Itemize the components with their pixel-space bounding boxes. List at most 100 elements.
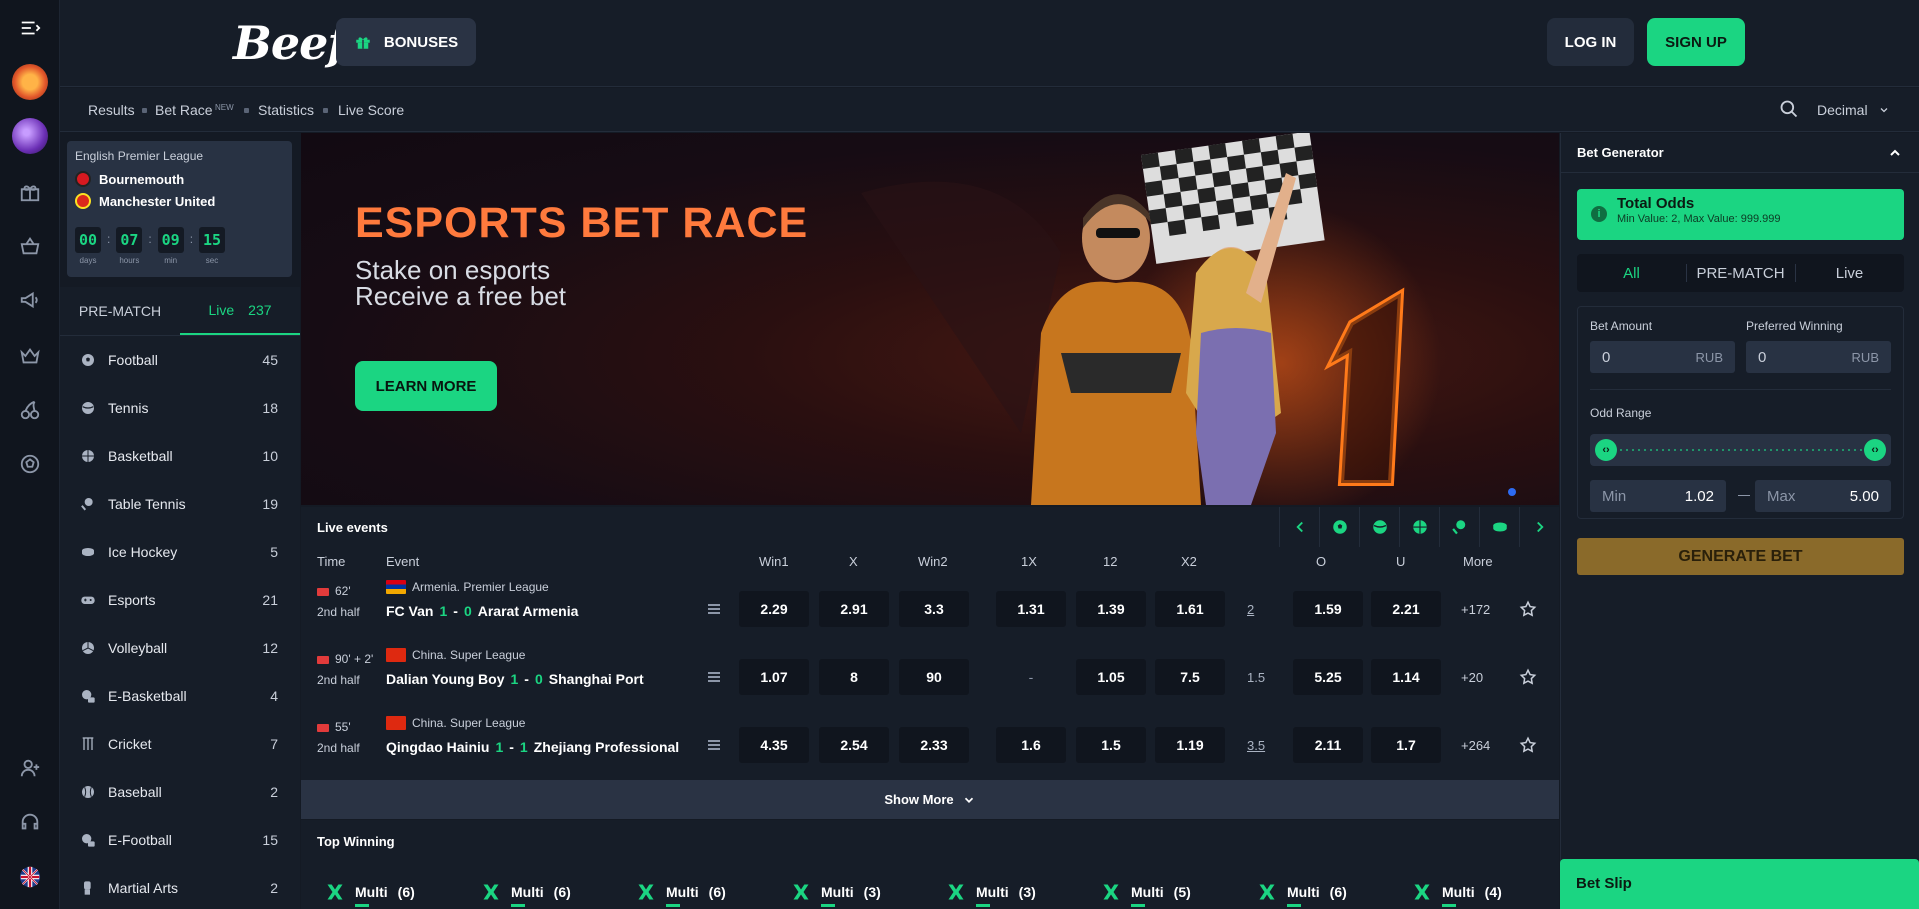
learn-more-button[interactable]: LEARN MORE [355,361,497,411]
odd-under[interactable]: 2.21 [1371,591,1441,627]
odd-x2[interactable]: 1.19 [1155,727,1225,763]
tab-live[interactable]: Live 237 [180,287,300,335]
odd-win2[interactable]: 90 [899,659,969,695]
statistics-icon[interactable] [708,740,720,750]
slider-min-handle[interactable]: ‹› [1595,439,1617,461]
top-winning-item[interactable]: Multi (4) [1412,882,1502,907]
bet-slip-button[interactable]: Bet Slip [1560,859,1919,909]
filter-basketball-icon[interactable] [1399,507,1439,547]
top-winning-item[interactable]: Multi (5) [1101,882,1191,907]
odd-12[interactable]: 1.5 [1076,727,1146,763]
sport-item[interactable]: Basketball 10 [60,432,300,480]
sport-item[interactable]: Baseball 2 [60,768,300,816]
carousel-dot[interactable] [1508,488,1516,496]
tab-prematch[interactable]: PRE-MATCH [1686,254,1795,292]
total-line[interactable]: 3.5 [1247,738,1265,753]
sport-item[interactable]: E-Football 15 [60,816,300,864]
live-event-row[interactable]: 62' 2nd half Armenia. Premier League FC … [301,575,1559,643]
odds-format-select[interactable]: Decimal [1817,102,1890,118]
search-icon[interactable] [1779,99,1799,119]
odd-win1[interactable]: 4.35 [739,727,809,763]
sport-item[interactable]: Table Tennis 19 [60,480,300,528]
bonuses-button[interactable]: BONUSES [336,18,476,66]
event-teams[interactable]: Qingdao Hainiu 1-1 Zhejiang Professional [386,739,679,755]
sport-item[interactable]: E-Basketball 4 [60,672,300,720]
odd-over[interactable]: 1.59 [1293,591,1363,627]
shop-basket-icon[interactable] [0,226,60,266]
sport-item[interactable]: Volleyball 12 [60,624,300,672]
live-event-row[interactable]: 90' + 2' 2nd half China. Super League Da… [301,643,1559,711]
promo-banner[interactable]: ESPORTS BET RACE Stake on esports Receiv… [301,133,1559,505]
filter-table-tennis-icon[interactable] [1439,507,1479,547]
sport-item[interactable]: Martial Arts 2 [60,864,300,909]
event-teams[interactable]: Dalian Young Boy 1-0 Shanghai Port [386,671,644,687]
odd-x2[interactable]: 1.61 [1155,591,1225,627]
nav-link-live-score[interactable]: Live Score [338,102,404,118]
menu-toggle-icon[interactable] [0,8,60,48]
filter-tennis-icon[interactable] [1359,507,1399,547]
odd-1x[interactable]: 1.31 [996,591,1066,627]
odd-under[interactable]: 1.7 [1371,727,1441,763]
odd-draw[interactable]: 2.54 [819,727,889,763]
sport-item[interactable]: Esports 21 [60,576,300,624]
favorite-star-icon[interactable] [1519,736,1537,754]
event-teams[interactable]: FC Van 1-0 Ararat Armenia [386,603,578,619]
lottery-ball-icon[interactable] [0,116,60,156]
odd-under[interactable]: 1.14 [1371,659,1441,695]
more-markets-link[interactable]: +264 [1461,738,1490,753]
tab-all[interactable]: All [1577,254,1686,292]
signup-button[interactable]: SIGN UP [1647,18,1745,66]
top-winning-item[interactable]: Multi (6) [481,882,571,907]
tab-prematch[interactable]: PRE-MATCH [60,287,180,335]
more-markets-link[interactable]: +172 [1461,602,1490,617]
bet-amount-input[interactable]: 0 RUB [1590,341,1735,373]
chevron-up-icon[interactable] [1887,145,1903,161]
upcoming-match-card[interactable]: English Premier League Bournemouth Manch… [67,141,292,277]
nav-link-results[interactable]: Results [88,102,135,118]
uk-flag-icon[interactable] [0,857,60,897]
brand-logo[interactable]: Beef [233,16,347,70]
odd-win2[interactable]: 2.33 [899,727,969,763]
chevron-right-icon[interactable] [1519,507,1559,547]
tab-live[interactable]: Live [1795,254,1904,292]
gift-icon[interactable] [0,172,60,212]
odd-x2[interactable]: 7.5 [1155,659,1225,695]
add-user-icon[interactable] [0,748,60,788]
filter-football-icon[interactable] [1319,507,1359,547]
odd-1x[interactable]: 1.6 [996,727,1066,763]
sport-item[interactable]: Cricket 7 [60,720,300,768]
more-markets-link[interactable]: +20 [1461,670,1483,685]
min-odd-input[interactable]: Min 1.02 [1590,480,1726,512]
top-winning-item[interactable]: Multi (3) [791,882,881,907]
cherries-icon[interactable] [0,390,60,430]
sport-item[interactable]: Ice Hockey 5 [60,528,300,576]
megaphone-icon[interactable] [0,280,60,320]
total-line[interactable]: 1.5 [1247,670,1265,685]
top-winning-item[interactable]: Multi (6) [325,882,415,907]
odd-1x[interactable]: - [996,659,1066,695]
live-event-row[interactable]: 55' 2nd half China. Super League Qingdao… [301,711,1559,779]
preferred-winning-input[interactable]: 0 RUB [1746,341,1891,373]
sport-item[interactable]: Tennis 18 [60,384,300,432]
favorite-star-icon[interactable] [1519,600,1537,618]
favorite-star-icon[interactable] [1519,668,1537,686]
slider-max-handle[interactable]: ‹› [1864,439,1886,461]
odd-draw[interactable]: 2.91 [819,591,889,627]
top-winning-item[interactable]: Multi (6) [1257,882,1347,907]
bet-generator-header[interactable]: Bet Generator [1561,133,1919,173]
nav-link-bet-race[interactable]: Bet Race [155,102,213,118]
wheel-of-fortune-icon[interactable] [0,62,60,102]
generate-bet-button[interactable]: GENERATE BET [1577,538,1904,575]
odd-12[interactable]: 1.39 [1076,591,1146,627]
odd-win1[interactable]: 2.29 [739,591,809,627]
top-winning-item[interactable]: Multi (6) [636,882,726,907]
crown-icon[interactable] [0,336,60,376]
odd-win2[interactable]: 3.3 [899,591,969,627]
statistics-icon[interactable] [708,672,720,682]
statistics-icon[interactable] [708,604,720,614]
odd-range-slider[interactable]: ‹› ‹› [1590,434,1891,466]
login-button[interactable]: LOG IN [1547,18,1634,66]
headset-support-icon[interactable] [0,802,60,842]
filter-ice-hockey-icon[interactable] [1479,507,1519,547]
odd-over[interactable]: 2.11 [1293,727,1363,763]
